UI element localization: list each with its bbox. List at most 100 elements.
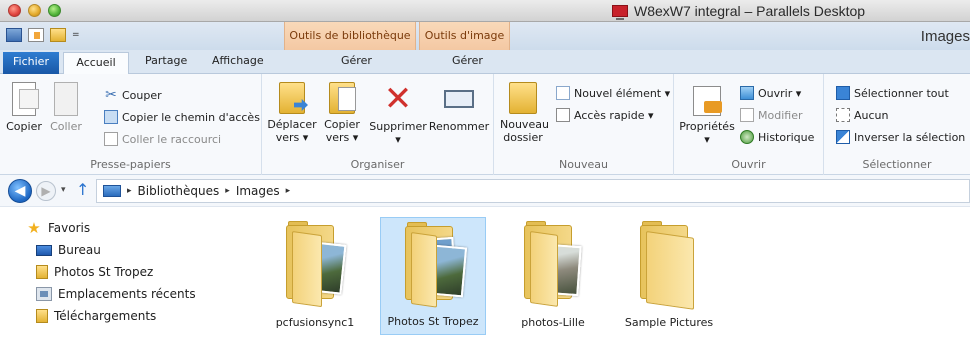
new-group: Nouveau dossier Nouvel élément ▾ Accès r… <box>494 74 674 175</box>
new-item-button[interactable]: Nouvel élément ▾ <box>556 86 670 100</box>
move-to-icon <box>279 82 305 114</box>
system-menu-icon[interactable] <box>6 28 22 42</box>
nav-item-label: Téléchargements <box>54 309 157 323</box>
select-group-label: Sélectionner <box>862 158 932 171</box>
breadcrumb-separator[interactable]: ▸ <box>127 186 132 196</box>
folder-label: Sample Pictures <box>624 316 714 329</box>
paste-label: Coller <box>50 120 82 133</box>
tab-file[interactable]: Fichier <box>3 52 59 74</box>
forward-button[interactable]: ▶ <box>36 181 56 201</box>
history-icon <box>740 130 754 144</box>
rename-label: Renommer <box>428 120 490 133</box>
tab-share[interactable]: Partage <box>145 54 187 67</box>
clipboard-group-label: Presse-papiers <box>90 158 171 171</box>
ribbon: Copier Coller ✂ Couper Copier le chemin … <box>0 74 970 175</box>
up-button[interactable]: ↑ <box>76 181 89 199</box>
select-group: Sélectionner tout Aucun Inverser la séle… <box>824 74 970 175</box>
move-to-button[interactable]: Déplacer vers ▾ <box>266 82 318 144</box>
new-folder-button[interactable]: Nouveau dossier <box>500 82 549 144</box>
new-group-label: Nouveau <box>559 158 608 171</box>
folder-item-photos-lille[interactable]: photos-Lille <box>500 217 606 335</box>
library-location-icon <box>103 185 121 197</box>
nav-item-desktop[interactable]: Bureau <box>36 243 101 257</box>
invert-selection-button[interactable]: Inverser la sélection <box>836 130 965 144</box>
quick-access-toolbar: = <box>6 28 80 42</box>
copy-path-button[interactable]: Copier le chemin d'accès <box>104 110 260 124</box>
nav-item-photos-st-tropez[interactable]: Photos St Tropez <box>36 265 153 279</box>
rename-icon <box>444 90 474 108</box>
breadcrumb-libraries[interactable]: Bibliothèques <box>138 184 220 198</box>
folder-label: Photos St Tropez <box>387 315 479 328</box>
address-bar-row: ◀ ▶ ▾ ↑ ▸ Bibliothèques ▸ Images ▸ <box>0 175 970 207</box>
select-all-button[interactable]: Sélectionner tout <box>836 86 949 100</box>
nav-item-favorites[interactable]: ★ Favoris <box>26 221 91 236</box>
delete-button[interactable]: ✕ Supprimer ▾ <box>368 82 428 146</box>
recent-locations-button[interactable]: ▾ <box>61 185 66 195</box>
new-folder-label-2: dossier <box>503 131 543 144</box>
tab-home[interactable]: Accueil <box>63 52 129 75</box>
folder-item-photos-st-tropez[interactable]: Photos St Tropez <box>380 217 486 335</box>
edit-label: Modifier <box>758 108 803 122</box>
edit-icon <box>740 108 754 122</box>
new-folder-quick-icon[interactable] <box>50 28 66 42</box>
cut-label: Couper <box>122 88 162 102</box>
folder-icon <box>36 265 48 279</box>
window-title: W8exW7 integral – Parallels Desktop <box>612 3 865 20</box>
properties-button[interactable]: Propriétés ▾ <box>678 86 736 146</box>
nav-item-label: Favoris <box>48 221 91 235</box>
copy-button[interactable]: Copier <box>4 82 44 133</box>
open-icon <box>740 86 754 100</box>
tab-view[interactable]: Affichage <box>212 54 264 67</box>
scissors-icon: ✂ <box>105 87 117 103</box>
move-to-label-2: vers ▾ <box>275 131 309 144</box>
open-label: Ouvrir ▾ <box>758 86 802 100</box>
breadcrumb-separator[interactable]: ▸ <box>286 186 291 196</box>
breadcrumb-images[interactable]: Images <box>236 184 280 198</box>
select-none-button[interactable]: Aucun <box>836 108 889 122</box>
folder-item-sample-pictures[interactable]: Sample Pictures <box>616 217 722 335</box>
cut-button[interactable]: ✂ Couper <box>104 88 162 102</box>
history-button[interactable]: Historique <box>740 130 814 144</box>
delete-label: Supprimer <box>369 120 427 133</box>
zoom-window-button[interactable] <box>48 4 61 17</box>
folder-item-pcfusionsync1[interactable]: pcfusionsync1 <box>262 217 368 335</box>
delete-dropdown-arrow[interactable]: ▾ <box>368 133 428 146</box>
select-none-label: Aucun <box>854 108 889 122</box>
easy-access-label: Accès rapide ▾ <box>574 108 654 122</box>
copy-path-icon <box>104 110 118 124</box>
breadcrumb-separator[interactable]: ▸ <box>225 186 230 196</box>
back-button[interactable]: ◀ <box>8 179 32 203</box>
copy-to-icon <box>329 82 356 114</box>
customize-toolbar-icon[interactable]: = <box>72 30 80 40</box>
copy-to-button[interactable]: Copier vers ▾ <box>320 82 364 144</box>
rename-button[interactable]: Renommer <box>428 82 490 133</box>
properties-dropdown-arrow[interactable]: ▾ <box>678 133 736 146</box>
copy-icon <box>12 82 39 116</box>
mac-title-bar: W8exW7 integral – Parallels Desktop <box>0 0 970 22</box>
folder-view: pcfusionsync1 Photos St Tropez photos-Li… <box>248 207 970 342</box>
nav-item-recent-places[interactable]: Emplacements récents <box>36 287 196 301</box>
open-button[interactable]: Ouvrir ▾ <box>740 86 801 100</box>
edit-button[interactable]: Modifier <box>740 108 802 122</box>
paste-button[interactable]: Coller <box>46 82 86 133</box>
clipboard-group: Copier Coller ✂ Couper Copier le chemin … <box>0 74 262 175</box>
properties-icon <box>693 86 722 116</box>
tab-manage-image[interactable]: Gérer <box>452 54 483 67</box>
new-item-label: Nouvel élément ▾ <box>574 86 671 100</box>
easy-access-icon <box>556 108 570 122</box>
paste-shortcut-icon <box>104 132 118 146</box>
address-box[interactable]: ▸ Bibliothèques ▸ Images ▸ <box>96 179 970 203</box>
tab-manage-library[interactable]: Gérer <box>341 54 372 67</box>
select-all-label: Sélectionner tout <box>854 86 949 100</box>
properties-quick-icon[interactable] <box>28 28 44 42</box>
paste-shortcut-button[interactable]: Coller le raccourci <box>104 132 221 146</box>
minimize-window-button[interactable] <box>28 4 41 17</box>
easy-access-button[interactable]: Accès rapide ▾ <box>556 108 654 122</box>
navigation-pane: ★ Favoris Bureau Photos St Tropez Emplac… <box>0 207 248 342</box>
image-tools-context-tab: Outils d'image <box>419 22 510 50</box>
move-to-label-1: Déplacer <box>267 118 317 131</box>
close-window-button[interactable] <box>8 4 21 17</box>
nav-item-downloads[interactable]: Téléchargements <box>36 309 156 323</box>
organize-group: Déplacer vers ▾ Copier vers ▾ ✕ Supprime… <box>262 74 494 175</box>
ribbon-tab-strip: Fichier Accueil Partage Affichage Gérer … <box>0 50 970 75</box>
